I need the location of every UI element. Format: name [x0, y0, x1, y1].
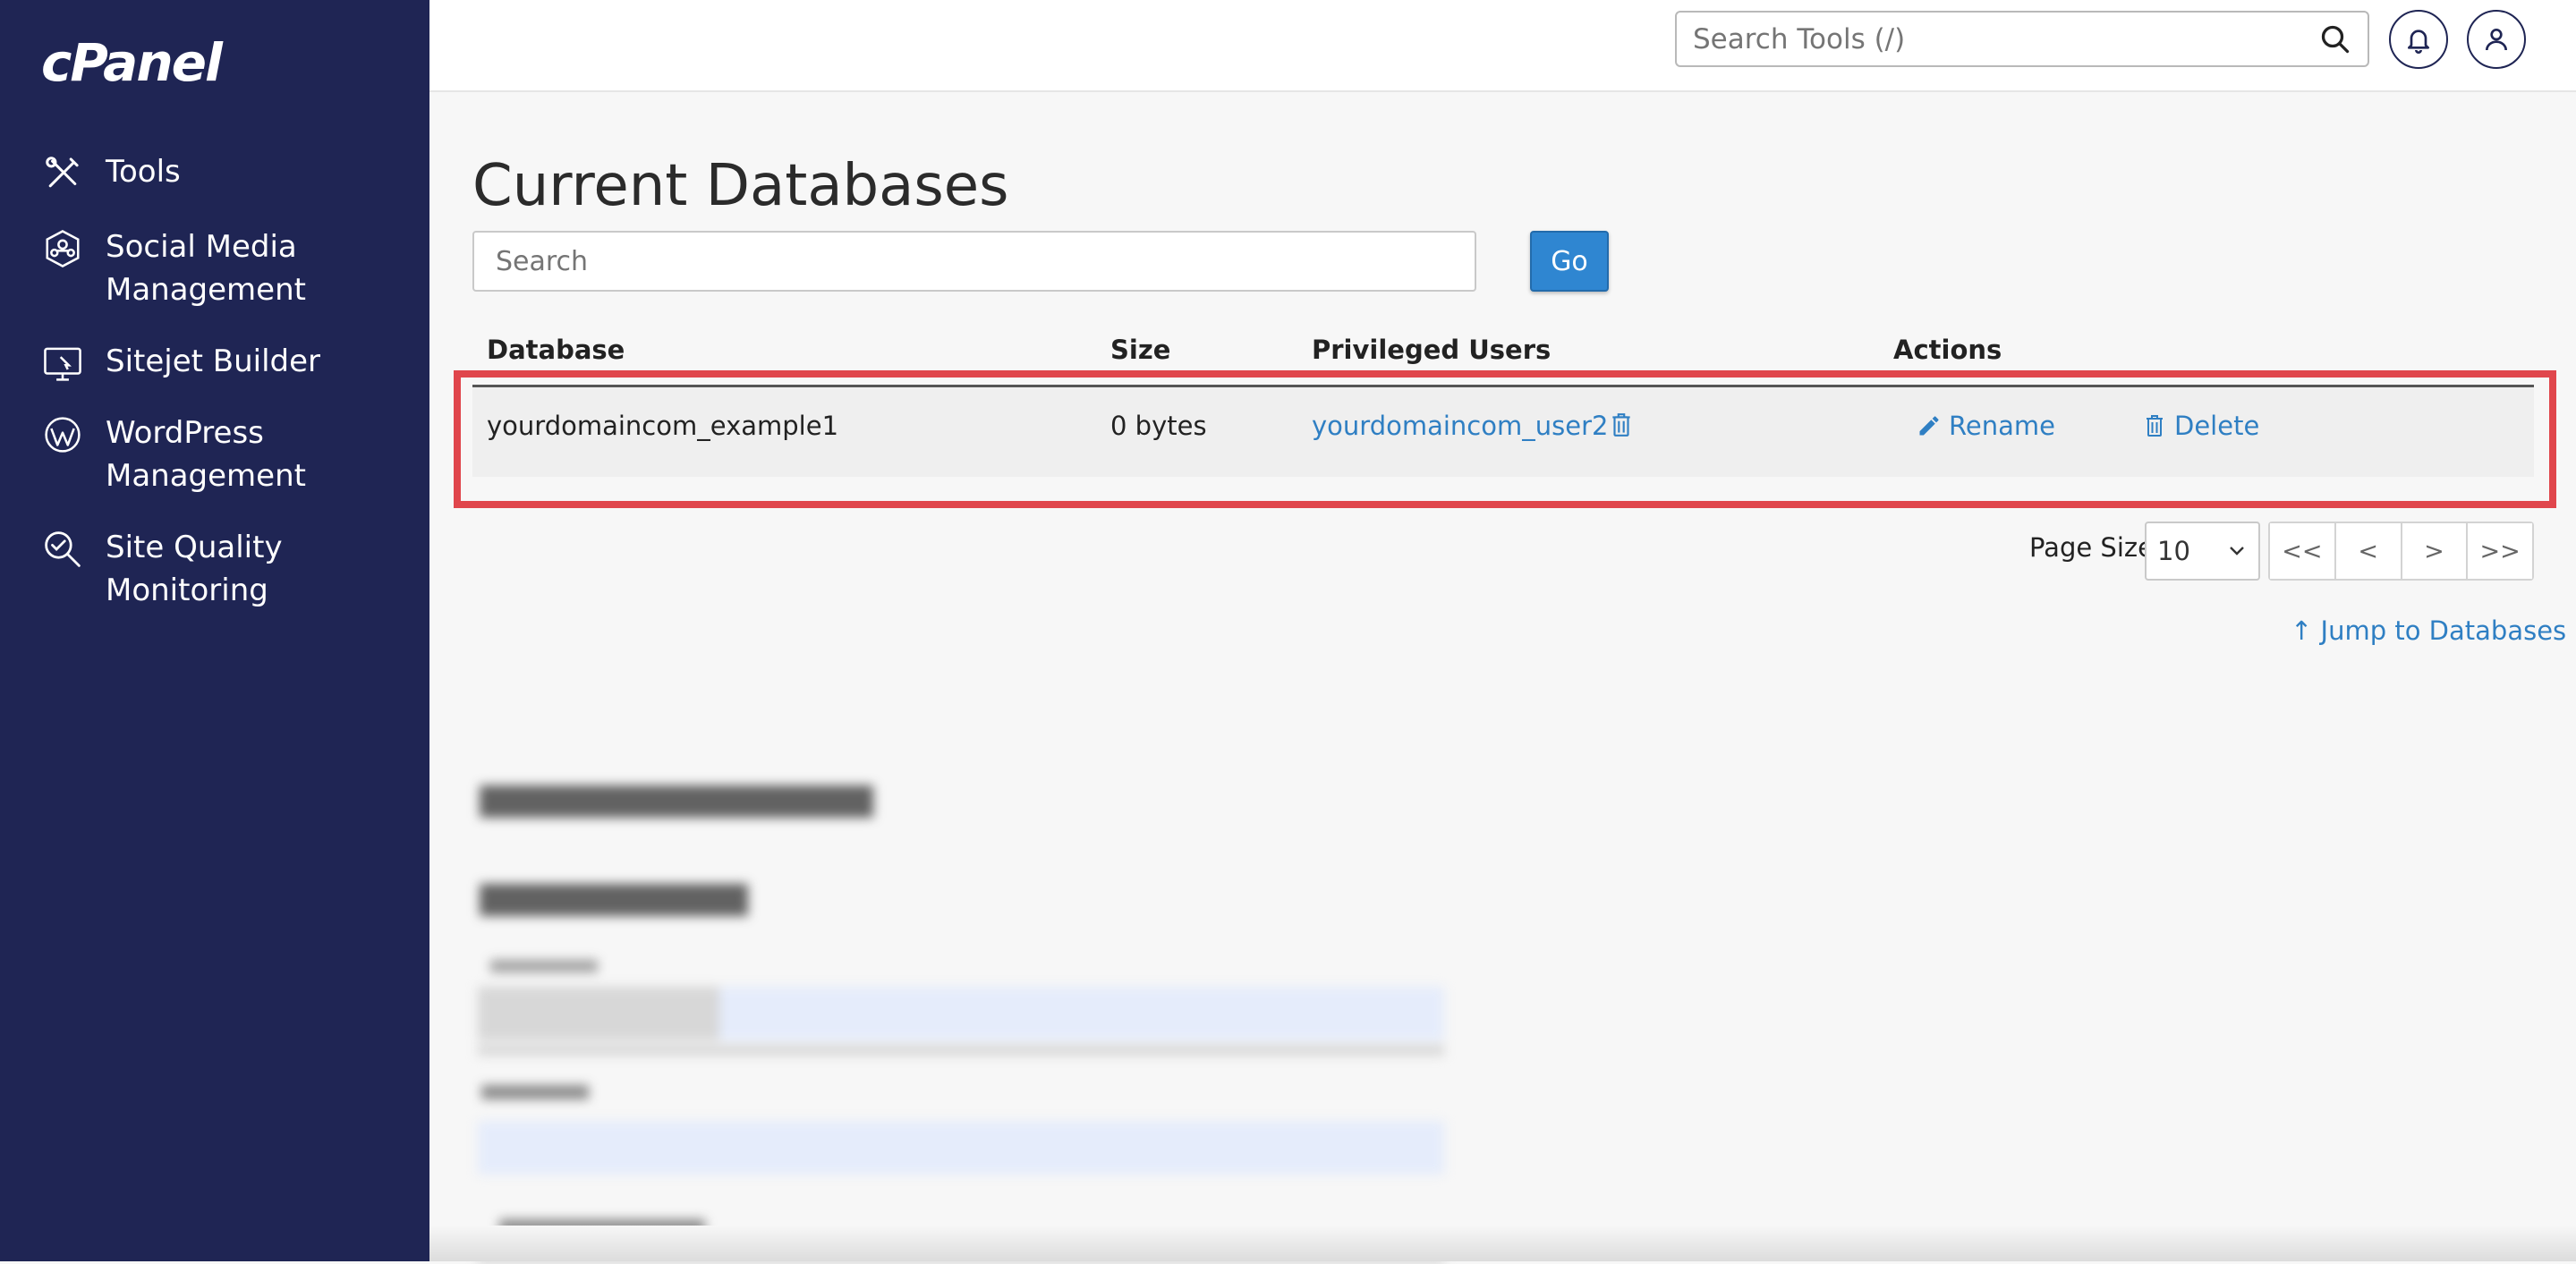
pagination: << < > >> — [2268, 522, 2534, 581]
tool-search-input[interactable] — [1677, 22, 2303, 55]
main-content: Current Databases Go Database Size Privi… — [429, 92, 2576, 1264]
page-size-label: Page Size — [2029, 532, 2154, 563]
row-highlight-annotation — [454, 370, 2556, 508]
page-size-select[interactable]: 10 — [2145, 522, 2260, 581]
cpanel-logo[interactable]: cPanel — [41, 32, 223, 93]
notifications-button[interactable] — [2389, 10, 2448, 69]
column-header-actions: Actions — [1893, 335, 2002, 365]
sidebar-item-tools[interactable]: Tools — [39, 150, 181, 197]
column-header-database[interactable]: Database — [487, 335, 625, 365]
column-header-size[interactable]: Size — [1110, 335, 1170, 365]
sidebar-item-wordpress[interactable]: WordPress Management — [39, 411, 306, 497]
last-page-button[interactable]: >> — [2466, 523, 2532, 579]
user-menu-button[interactable] — [2467, 10, 2526, 69]
column-header-privileged-users: Privileged Users — [1312, 335, 1552, 365]
sidebar-item-label: WordPress Management — [106, 415, 306, 494]
sidebar-item-sitejet[interactable]: Sitejet Builder — [39, 340, 320, 386]
go-button[interactable]: Go — [1530, 231, 1609, 292]
sidebar-item-label: Tools — [106, 154, 181, 190]
user-icon — [2486, 29, 2507, 51]
blurred-section — [472, 683, 1484, 1264]
jump-to-databases-link[interactable]: ↑ Jump to Databases — [2291, 615, 2566, 646]
sidebar: cPanel Tools Social Media Management Sit… — [0, 0, 429, 1261]
database-search-box — [472, 231, 1476, 292]
top-bar — [429, 0, 2576, 92]
sidebar-item-label: Sitejet Builder — [106, 344, 321, 379]
social-media-icon — [39, 225, 86, 272]
tools-icon — [39, 150, 86, 197]
previous-page-button[interactable]: < — [2334, 523, 2401, 579]
search-icon[interactable] — [2319, 23, 2351, 55]
page-title: Current Databases — [472, 153, 1009, 219]
bottom-fade — [429, 1226, 2576, 1261]
first-page-button[interactable]: << — [2270, 523, 2334, 579]
sidebar-item-social-media[interactable]: Social Media Management — [39, 225, 306, 311]
next-page-button[interactable]: > — [2400, 523, 2467, 579]
sidebar-item-label: Social Media Management — [106, 229, 306, 308]
database-search-input[interactable] — [474, 233, 1475, 290]
sidebar-item-label: Site Quality Monitoring — [106, 530, 283, 608]
bell-icon — [2408, 30, 2429, 54]
sidebar-item-site-quality[interactable]: Site Quality Monitoring — [39, 526, 283, 612]
arrow-up-icon: ↑ — [2291, 615, 2313, 646]
chevron-down-icon — [2230, 547, 2244, 556]
sitejet-icon — [39, 340, 86, 386]
wordpress-icon — [39, 411, 86, 458]
site-quality-icon — [39, 526, 86, 573]
page-size-value: 10 — [2157, 536, 2190, 566]
tool-search-box — [1675, 11, 2369, 67]
